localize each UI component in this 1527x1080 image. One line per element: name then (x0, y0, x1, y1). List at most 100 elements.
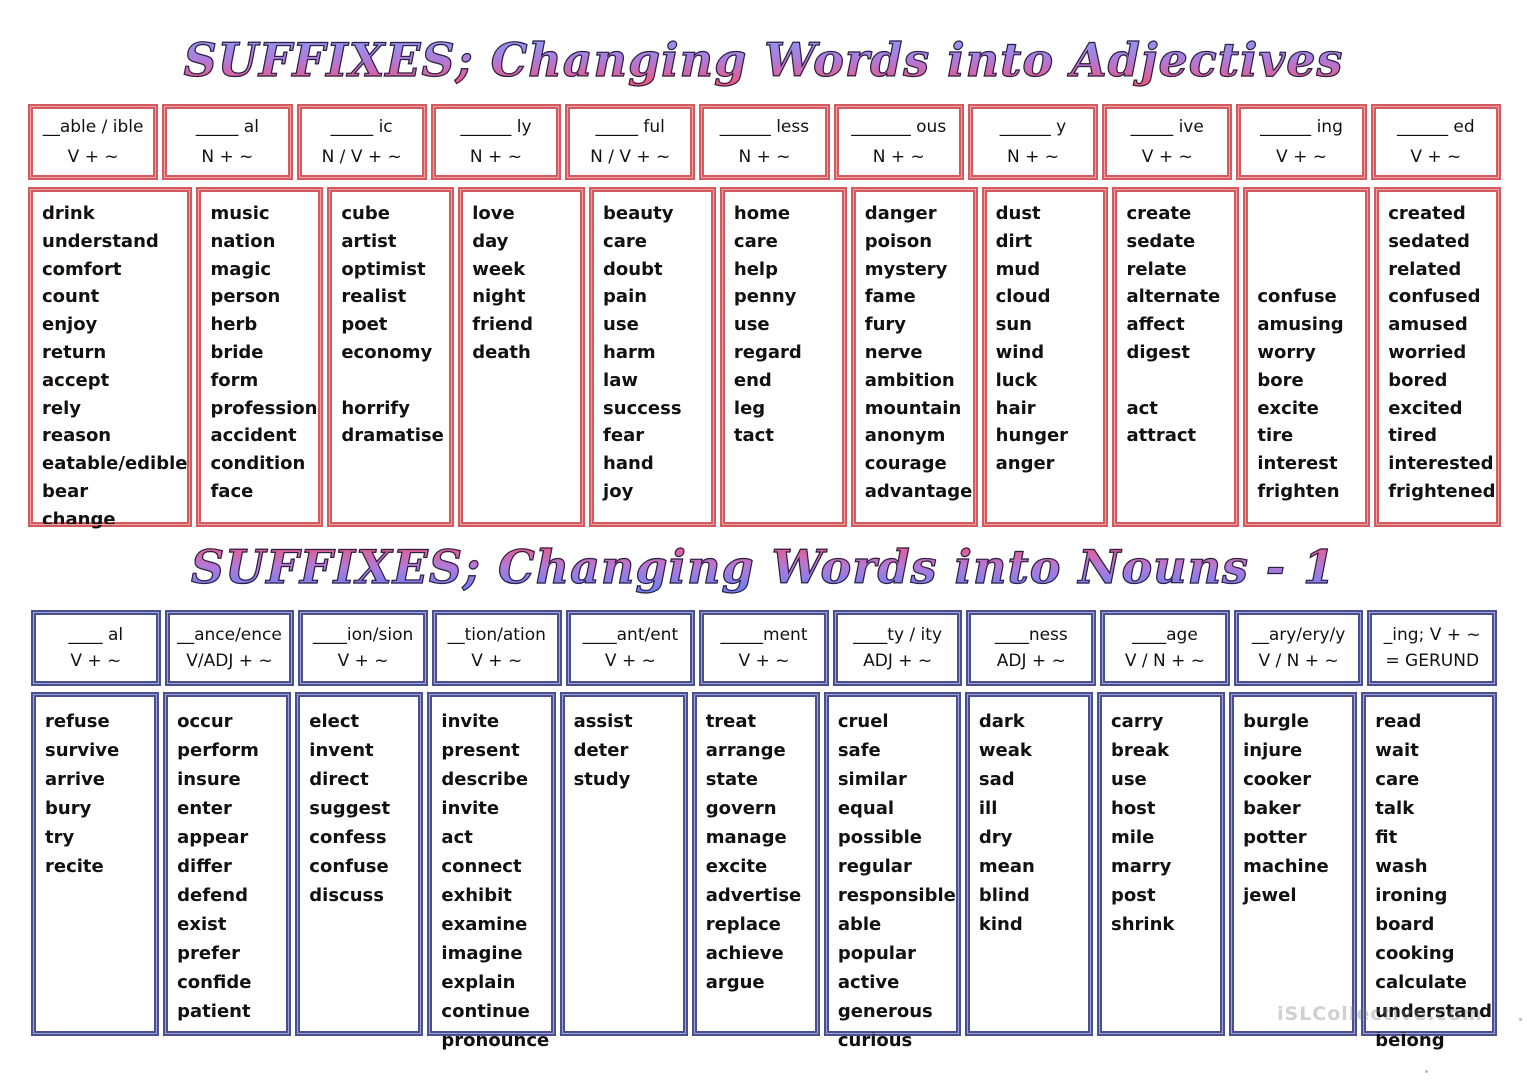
suffix-label: _ing; V + ~ (1383, 625, 1481, 645)
nouns-word-row: refuse survive arrive bury try recite occur per… (31, 692, 1498, 1051)
word-item: dramatise (341, 425, 444, 447)
formula-label: V + ~ (1410, 147, 1462, 167)
word-item: wait (1375, 740, 1419, 761)
word-item: describe (441, 769, 529, 790)
decorative-dot (1519, 1018, 1522, 1021)
noun-suffix-header: _ing; V + ~ = GERUND (1367, 610, 1498, 686)
word-item: alternate (1126, 286, 1221, 308)
word-item: change (42, 508, 116, 530)
word-item: cloud (995, 286, 1051, 308)
adjective-word-list: create sedate relate alternate affect digest a… (1112, 187, 1240, 527)
word-item: sedated (1388, 230, 1470, 252)
word-item: luck (995, 369, 1038, 391)
noun-word-list: treat arrange state govern manage excite adver… (691, 692, 820, 1036)
word-item: generous (837, 1001, 933, 1022)
word-item: study (573, 769, 631, 790)
adjective-word-list: drink understand comfort count enjoy return ac… (28, 187, 193, 530)
word-item: burgle (1243, 711, 1309, 732)
word-item: frightened (1388, 480, 1496, 502)
word-item: able (837, 914, 882, 935)
word-item: enter (177, 798, 232, 819)
word-item: poison (864, 230, 933, 252)
suffix-label: ______ ed (1396, 117, 1475, 137)
word-item: poet (341, 314, 388, 336)
word-item: day (472, 230, 509, 252)
noun-suffix-header: __tion/ation V + ~ (431, 610, 562, 686)
word-item: appear (177, 827, 249, 848)
suffix-label: _____ ful (595, 117, 665, 137)
word-item: deter (573, 740, 629, 761)
suffix-label: _____ ive (1130, 117, 1204, 137)
word-item: suggest (309, 798, 391, 819)
word-item: carry (1111, 711, 1164, 732)
word-item: understand (42, 230, 159, 252)
word-item: jewel (1243, 885, 1297, 906)
noun-suffix-header: ____age V / N + ~ (1100, 610, 1230, 686)
adjective-word-list: confuse amusing worry bore excite tire interes… (1243, 187, 1371, 527)
adjective-word-list: danger poison mystery fame fury nerve ambition… (850, 187, 978, 527)
suffix-label: __tion/ation (447, 625, 546, 645)
word-item: weak (978, 740, 1032, 761)
formula-label: N / V + ~ (321, 147, 402, 167)
word-item: direct (309, 769, 369, 790)
word-item: dirt (995, 230, 1033, 252)
word-item: sedate (1126, 230, 1196, 252)
word-item: worry (1257, 341, 1316, 363)
word-item: tire (1257, 425, 1294, 447)
word-item: death (472, 341, 531, 363)
suffix-label: ____ness (994, 625, 1068, 645)
word-item: regular (837, 856, 912, 877)
adjective-word-list: music nation magic person herb bride form profe… (196, 187, 324, 527)
word-item: frighten (1257, 480, 1340, 502)
word-item: talk (1375, 798, 1415, 819)
word-item: night (472, 286, 526, 308)
word-item: bear (42, 480, 89, 502)
noun-suffix-header: ____ion/sion V + ~ (298, 610, 428, 686)
adjective-suffix-header: ______ ing V + ~ (1236, 104, 1367, 180)
adjective-suffix-header: __able / ible V + ~ (28, 104, 159, 180)
word-item: confess (309, 827, 387, 848)
word-item: anger (995, 453, 1055, 475)
suffix-label: ______ y (999, 117, 1067, 137)
suffix-label: ____ al (68, 625, 124, 645)
word-item: accident (210, 425, 297, 447)
word-item: arrive (45, 769, 106, 790)
word-item: confused (1388, 286, 1481, 308)
suffix-label: ____ant/ent (582, 625, 679, 645)
word-item: break (1111, 740, 1170, 761)
word-item: amusing (1257, 314, 1344, 336)
word-item: nation (210, 230, 276, 252)
word-item: belong (1375, 1030, 1445, 1051)
noun-word-list: refuse survive arrive bury try recite (31, 692, 160, 1036)
word-item: enjoy (42, 314, 98, 336)
word-item: fury (864, 314, 907, 336)
word-item: relate (1126, 258, 1187, 280)
word-item: anonym (864, 425, 946, 447)
word-item: fame (864, 286, 916, 308)
word-item: hand (603, 453, 654, 475)
word-item: doubt (603, 258, 663, 280)
word-item (1257, 200, 1365, 228)
word-item: drink (42, 203, 95, 224)
word-item: rely (42, 397, 81, 419)
word-item: herb (210, 314, 258, 336)
word-item: hunger (995, 425, 1069, 447)
word-item: recite (45, 856, 104, 877)
adjective-suffix-header: _____ ic N / V + ~ (296, 104, 427, 180)
word-item: survive (45, 740, 120, 761)
adjective-word-list: cube artist optimist realist poet economy horr… (327, 187, 455, 527)
word-item: patient (177, 1001, 251, 1022)
noun-word-list: elect invent direct suggest confess confuse di… (295, 692, 424, 1036)
word-item: amused (1388, 314, 1468, 336)
word-item: curious (837, 1030, 913, 1051)
word-item: machine (1243, 856, 1329, 877)
word-item: responsible (837, 885, 956, 906)
word-item: replace (705, 914, 781, 935)
word-item: mountain (864, 397, 962, 419)
noun-suffix-header: __ance/ence V/ADJ + ~ (164, 610, 295, 686)
word-item: cooking (1375, 943, 1455, 964)
suffix-label: _____ al (195, 117, 259, 137)
word-item: perform (177, 740, 259, 761)
word-item: create (1126, 203, 1192, 224)
word-item: wind (995, 341, 1045, 363)
